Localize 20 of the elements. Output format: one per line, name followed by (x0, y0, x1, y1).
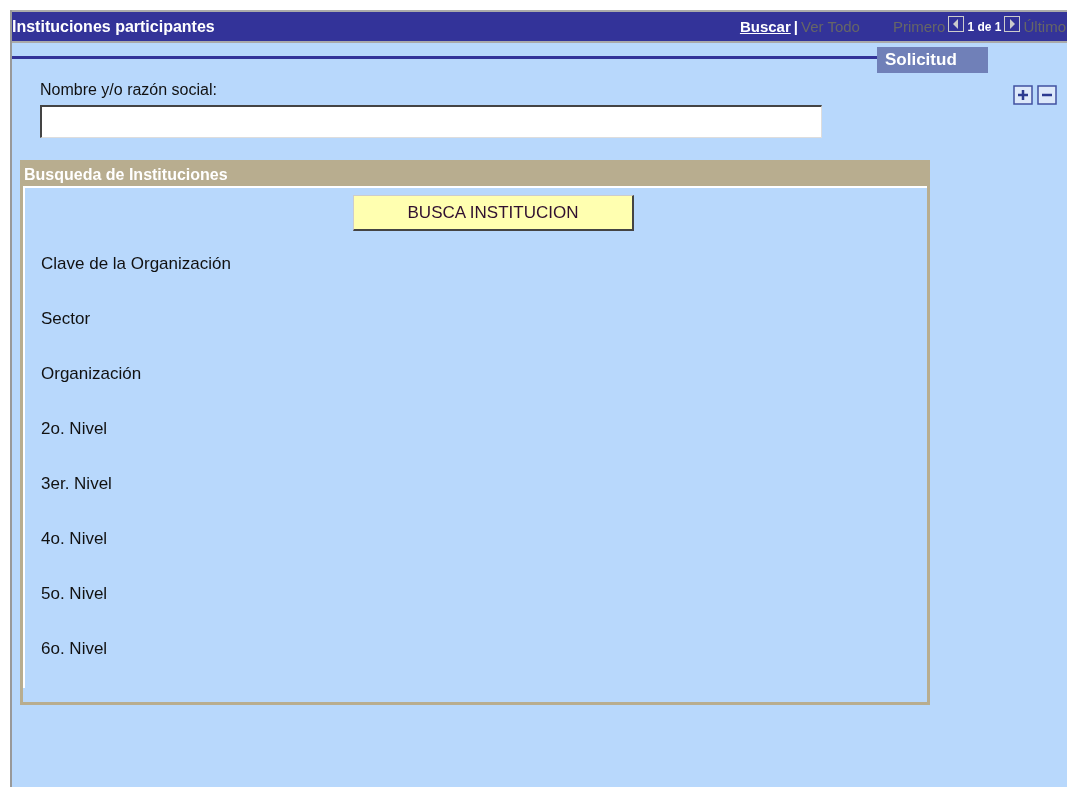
separator-text: | (793, 18, 798, 35)
field-label: 5o. Nivel (41, 584, 109, 605)
field-label: Organización (41, 364, 143, 385)
next-icon[interactable] (1004, 15, 1021, 32)
name-input-field[interactable] (40, 105, 822, 138)
panel-title: Busqueda de Instituciones (23, 163, 927, 188)
minus-icon[interactable] (1037, 85, 1057, 105)
previous-icon[interactable] (948, 15, 965, 32)
page-counter: 1 de 1 (967, 19, 1002, 34)
field-label: 3er. Nivel (41, 474, 113, 495)
search-institution-button[interactable]: BUSCA INSTITUCION (353, 195, 634, 231)
field-label: 6o. Nivel (41, 639, 109, 660)
field-label: Clave de la Organización (41, 254, 232, 275)
field-label: Nombre y/o razón social: (40, 81, 218, 99)
field-label: 4o. Nivel (41, 529, 109, 550)
page-title: Instituciones participantes (12, 17, 215, 36)
field-label: Sector (41, 309, 92, 330)
plus-icon[interactable] (1013, 85, 1033, 105)
field-label: 2o. Nivel (41, 419, 109, 440)
nav-link[interactable]: Buscar (739, 18, 791, 35)
